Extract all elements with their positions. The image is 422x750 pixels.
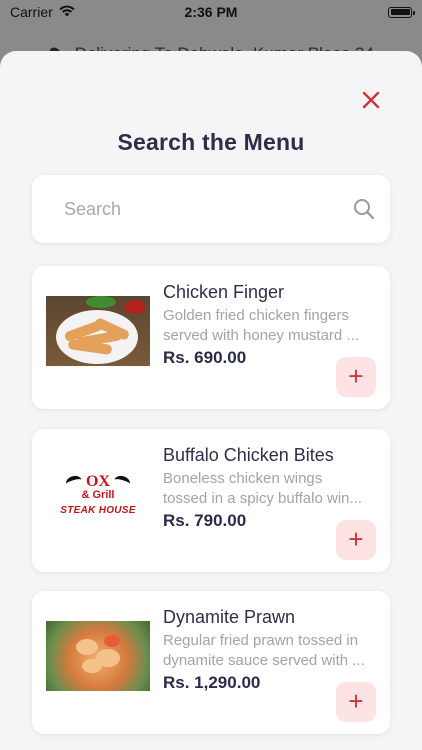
item-description-line: Boneless chicken wings bbox=[163, 470, 323, 487]
add-to-cart-button[interactable]: + bbox=[336, 520, 376, 560]
carrier-label: Carrier bbox=[10, 4, 53, 20]
close-button[interactable] bbox=[360, 89, 382, 111]
item-image: OX & Grill STEAK HOUSE bbox=[46, 459, 150, 529]
search-menu-sheet: Search the Menu Chicken Finger Golden bbox=[0, 51, 422, 750]
status-left: Carrier bbox=[10, 4, 75, 20]
status-bar: Carrier 2:36 PM bbox=[0, 0, 422, 24]
item-description-line: dynamite sauce served with ... bbox=[163, 652, 365, 669]
item-description-line: Golden fried chicken fingers bbox=[163, 307, 349, 324]
item-price: Rs. 690.00 bbox=[163, 348, 247, 367]
menu-item-card[interactable]: OX & Grill STEAK HOUSE Buffalo Chicken B… bbox=[32, 429, 390, 572]
battery-icon bbox=[388, 6, 415, 18]
search-input[interactable] bbox=[62, 197, 352, 221]
restaurant-logo: OX & Grill STEAK HOUSE bbox=[46, 459, 150, 529]
item-description-line: served with honey mustard ... bbox=[163, 327, 359, 344]
item-name: Dynamite Prawn bbox=[163, 607, 296, 627]
item-description: Golden fried chicken fingers served with… bbox=[163, 306, 375, 346]
item-description-line: tossed in a spicy buffalo win... bbox=[163, 490, 362, 507]
item-name: Chicken Finger bbox=[163, 282, 285, 302]
item-price: Rs. 790.00 bbox=[163, 511, 247, 530]
menu-item-card[interactable]: Chicken Finger Golden fried chicken fing… bbox=[32, 266, 390, 409]
item-description: Boneless chicken wings tossed in a spicy… bbox=[163, 469, 375, 509]
item-name: Buffalo Chicken Bites bbox=[163, 445, 334, 465]
item-price: Rs. 1,290.00 bbox=[163, 673, 261, 692]
plus-icon: + bbox=[348, 686, 364, 716]
wifi-icon bbox=[59, 4, 75, 20]
close-icon bbox=[362, 91, 380, 109]
menu-item-card[interactable]: Dynamite Prawn Regular fried prawn tosse… bbox=[32, 591, 390, 734]
search-box[interactable] bbox=[32, 175, 390, 243]
plus-icon: + bbox=[348, 361, 364, 391]
item-description-line: Regular fried prawn tossed in bbox=[163, 632, 359, 649]
dynamite-prawn-image bbox=[46, 621, 150, 691]
search-icon[interactable] bbox=[352, 197, 376, 221]
page-title: Search the Menu bbox=[117, 129, 305, 155]
item-image bbox=[46, 296, 150, 366]
item-description: Regular fried prawn tossed in dynamite s… bbox=[163, 631, 375, 671]
plus-icon: + bbox=[348, 524, 364, 554]
item-image bbox=[46, 621, 150, 691]
add-to-cart-button[interactable]: + bbox=[336, 682, 376, 722]
chicken-finger-image bbox=[46, 296, 150, 366]
add-to-cart-button[interactable]: + bbox=[336, 357, 376, 397]
